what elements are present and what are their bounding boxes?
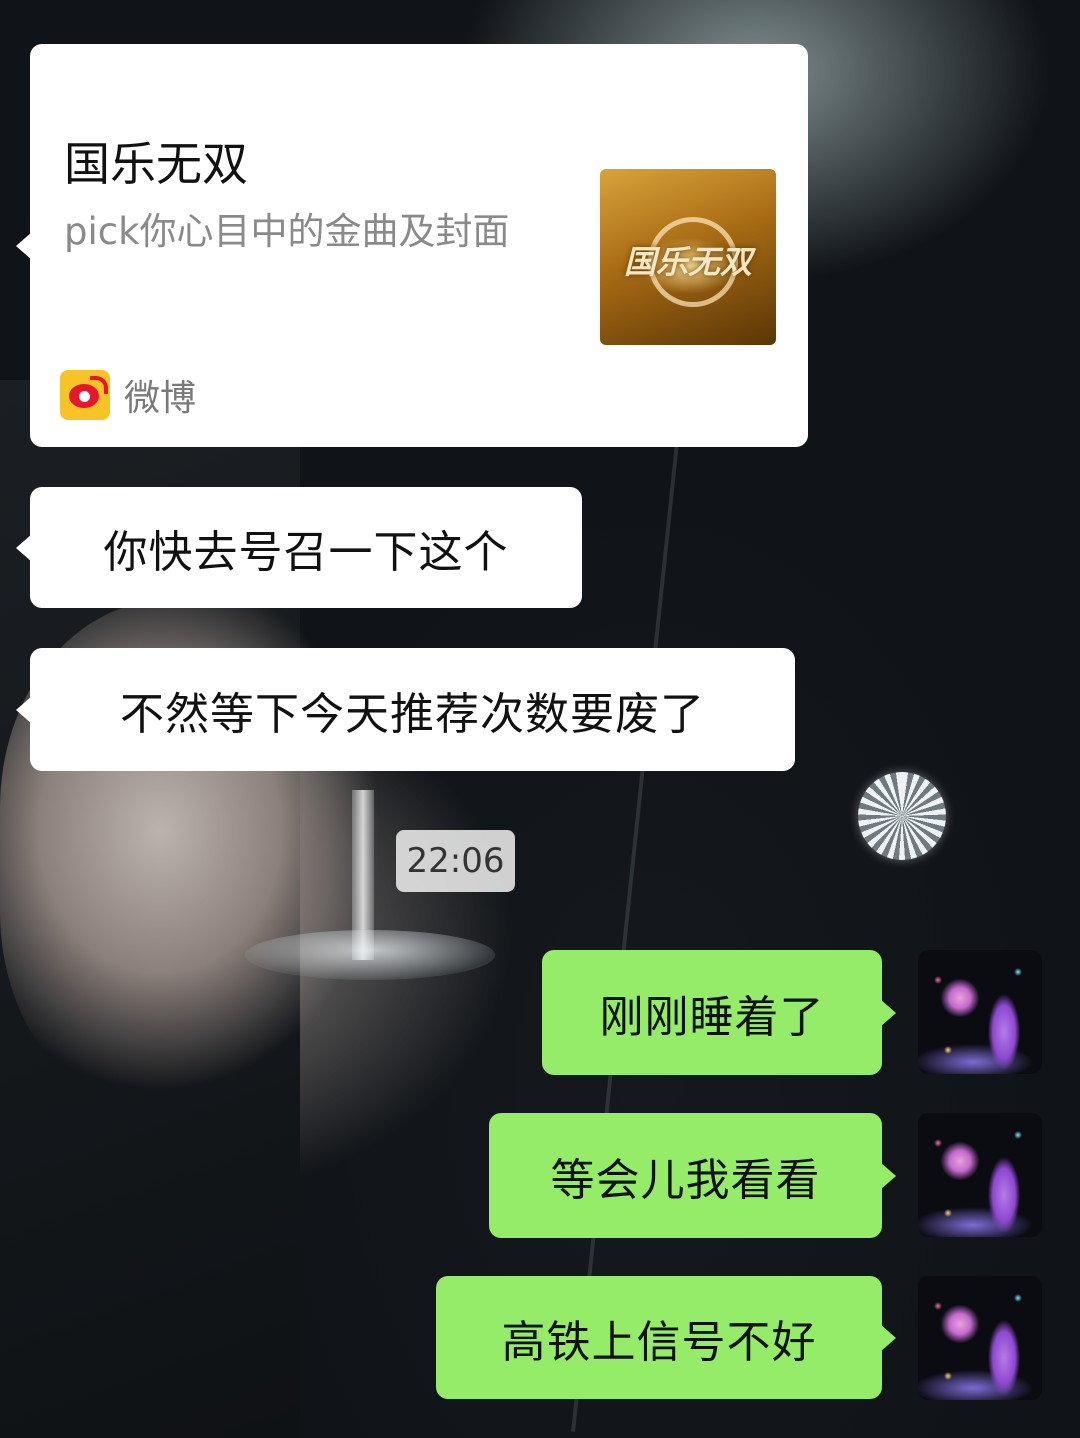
message-text: 等会儿我看看	[550, 1154, 821, 1206]
weibo-icon	[60, 370, 110, 420]
timestamp-label: 22:06	[396, 830, 515, 892]
background-brooch	[858, 772, 946, 860]
card-source-label: 微博	[124, 378, 197, 419]
thumbnail-logo: 国乐无双	[623, 243, 752, 281]
self-avatar[interactable]	[918, 950, 1042, 1074]
card-thumbnail: 国乐无双	[600, 169, 776, 345]
background-coat-seam	[571, 299, 694, 1432]
self-avatar[interactable]	[918, 1113, 1042, 1237]
shared-link-card[interactable]: 国乐无双 pick你心目中的金曲及封面 国乐无双 微博	[16, 44, 808, 447]
message-text: 高铁上信号不好	[501, 1316, 817, 1368]
message-text: 你快去号召一下这个	[103, 526, 509, 578]
incoming-message[interactable]: 你快去号召一下这个	[16, 487, 582, 608]
card-title: 国乐无双	[64, 137, 248, 191]
card-description: pick你心目中的金曲及封面	[64, 210, 510, 253]
card-source: 微博	[60, 370, 196, 420]
outgoing-message[interactable]: 等会儿我看看	[489, 1113, 896, 1238]
message-text: 刚刚睡着了	[599, 991, 825, 1043]
incoming-message[interactable]: 不然等下今天推荐次数要废了	[16, 648, 795, 771]
message-text: 不然等下今天推荐次数要废了	[120, 688, 705, 740]
outgoing-message[interactable]: 刚刚睡着了	[542, 950, 896, 1075]
outgoing-message[interactable]: 高铁上信号不好	[436, 1276, 896, 1399]
self-avatar[interactable]	[918, 1276, 1042, 1400]
background-glass-base	[245, 930, 495, 980]
